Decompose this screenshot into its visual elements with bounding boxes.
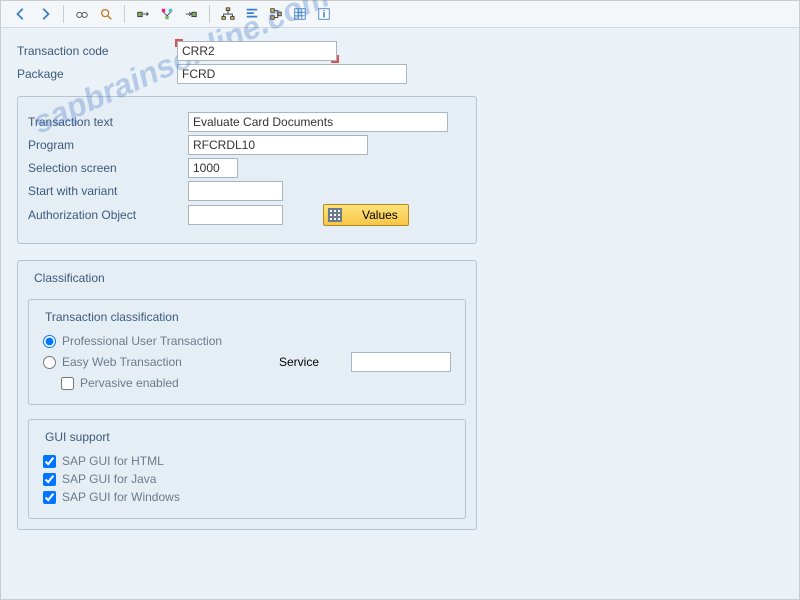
label-program: Program [28, 138, 188, 152]
radio-professional-input[interactable] [43, 335, 56, 348]
label-selection-screen: Selection screen [28, 161, 188, 175]
check-gui-win-input[interactable] [43, 491, 56, 504]
forward-icon[interactable] [35, 4, 55, 24]
details-panel: Transaction text Program Selection scree… [17, 96, 477, 244]
gui-support-fieldset: GUI support SAP GUI for HTML SAP GUI for… [28, 419, 466, 519]
radio-easy[interactable]: Easy Web Transaction [43, 355, 273, 369]
align-icon[interactable] [242, 4, 262, 24]
label-package: Package [17, 67, 177, 81]
variant-input[interactable] [188, 181, 283, 201]
find-icon[interactable] [96, 4, 116, 24]
content-area: Transaction code Package Transaction tex… [1, 28, 799, 540]
service-input[interactable] [351, 352, 451, 372]
check-gui-win[interactable]: SAP GUI for Windows [43, 490, 455, 504]
row-tcode: Transaction code [17, 41, 783, 61]
hierarchy-icon[interactable] [218, 4, 238, 24]
check-gui-html-input[interactable] [43, 455, 56, 468]
glasses-icon[interactable] [72, 4, 92, 24]
values-button[interactable]: Values [323, 204, 409, 226]
info-icon[interactable]: i [314, 4, 334, 24]
radio-professional[interactable]: Professional User Transaction [43, 334, 455, 348]
check-gui-java-input[interactable] [43, 473, 56, 486]
separator [63, 5, 64, 23]
classification-legend: Classification [30, 271, 109, 285]
app-window: sapbrainsonline.com i Transaction code [0, 0, 800, 600]
label-variant: Start with variant [28, 184, 188, 198]
structure-icon[interactable] [266, 4, 286, 24]
check-gui-java[interactable]: SAP GUI for Java [43, 472, 455, 486]
check-gui-java-label: SAP GUI for Java [62, 472, 156, 486]
check-pervasive-label: Pervasive enabled [80, 376, 179, 390]
transaction-classification-legend: Transaction classification [41, 310, 183, 324]
required-marker [177, 41, 337, 61]
label-auth-object: Authorization Object [28, 208, 188, 222]
back-icon[interactable] [11, 4, 31, 24]
radio-easy-label: Easy Web Transaction [62, 355, 182, 369]
values-button-label: Values [362, 208, 398, 222]
transaction-text-input[interactable] [188, 112, 448, 132]
auth-object-input[interactable] [188, 205, 283, 225]
row-package: Package [17, 64, 783, 84]
node-out-icon[interactable] [133, 4, 153, 24]
separator [124, 5, 125, 23]
label-transaction-text: Transaction text [28, 115, 188, 129]
grid-icon [328, 208, 342, 222]
transaction-classification-fieldset: Transaction classification Professional … [28, 299, 466, 405]
check-gui-html-label: SAP GUI for HTML [62, 454, 164, 468]
check-gui-html[interactable]: SAP GUI for HTML [43, 454, 455, 468]
check-gui-win-label: SAP GUI for Windows [62, 490, 180, 504]
separator [209, 5, 210, 23]
node-tree-icon[interactable] [157, 4, 177, 24]
svg-text:i: i [323, 9, 326, 21]
label-tcode: Transaction code [17, 44, 177, 58]
check-pervasive[interactable]: Pervasive enabled [61, 376, 455, 390]
radio-easy-input[interactable] [43, 356, 56, 369]
table-icon[interactable] [290, 4, 310, 24]
label-service: Service [279, 355, 319, 369]
gui-support-legend: GUI support [41, 430, 114, 444]
classification-fieldset: Classification Transaction classificatio… [17, 260, 477, 530]
toolbar: i [1, 1, 799, 28]
radio-professional-label: Professional User Transaction [62, 334, 222, 348]
tcode-input[interactable] [177, 41, 337, 61]
check-pervasive-input[interactable] [61, 377, 74, 390]
package-input[interactable] [177, 64, 407, 84]
program-input[interactable] [188, 135, 368, 155]
selection-screen-input[interactable] [188, 158, 238, 178]
node-in-icon[interactable] [181, 4, 201, 24]
